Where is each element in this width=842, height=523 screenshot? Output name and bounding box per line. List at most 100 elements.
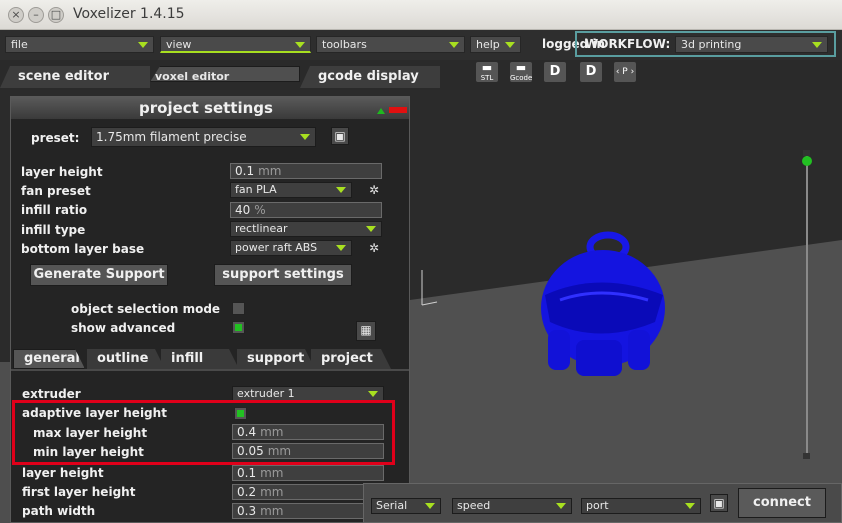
minimize-icon[interactable]: – xyxy=(28,7,44,23)
toolbars-menu[interactable]: toolbars xyxy=(316,36,465,53)
connect-button[interactable]: connect xyxy=(738,488,826,518)
gear-icon[interactable]: ✲ xyxy=(367,241,381,255)
chevron-down-icon xyxy=(366,226,376,232)
chevron-down-icon xyxy=(556,503,566,509)
chevron-down-icon xyxy=(295,42,305,48)
grid-icon[interactable]: ▦ xyxy=(356,321,376,341)
infill-ratio-field[interactable]: 40% xyxy=(230,202,382,218)
close-icon[interactable]: × xyxy=(8,7,24,23)
preset-label: preset: xyxy=(31,131,80,145)
path-width-field[interactable]: 0.3 mm xyxy=(232,503,384,519)
view-menu[interactable]: view xyxy=(160,36,311,53)
chevron-down-icon xyxy=(425,503,435,509)
collapse-icon[interactable] xyxy=(377,108,385,114)
path-width-value: 0.3 xyxy=(237,504,257,518)
view-menu-label: view xyxy=(166,38,192,51)
3d-model[interactable] xyxy=(541,231,665,376)
preset-select[interactable]: 1.75mm filament precise xyxy=(91,127,316,147)
close-panel-icon[interactable] xyxy=(389,107,407,113)
infill-ratio-value: 40 xyxy=(235,203,251,217)
object-selection-label: object selection mode xyxy=(71,302,221,316)
stl-folder-icon[interactable]: ▬ STL xyxy=(475,61,499,83)
chevron-down-icon xyxy=(300,134,310,140)
layer-height-2-value: 0.1 xyxy=(237,466,257,480)
bottom-layer-select[interactable]: power raft ABS xyxy=(230,240,352,256)
file-menu-label: file xyxy=(11,38,28,51)
gcode-icon-label: Gcode xyxy=(510,74,533,82)
subtab-project[interactable]: project xyxy=(311,349,391,369)
save-connection-icon[interactable]: ▣ xyxy=(710,494,728,512)
tab-scene-editor[interactable]: scene editor xyxy=(0,66,150,88)
first-layer-field[interactable]: 0.2 mm xyxy=(232,484,384,500)
workflow-label: WORKFLOW: xyxy=(585,37,671,51)
first-layer-value: 0.2 xyxy=(237,485,257,499)
first-layer-unit: mm xyxy=(260,485,284,499)
subtab-infill[interactable]: infill xyxy=(161,349,239,369)
chevron-down-icon xyxy=(812,42,822,48)
chevron-down-icon xyxy=(685,503,695,509)
bottom-layer-value: power raft ABS xyxy=(235,241,318,254)
path-width-label: path width xyxy=(22,504,96,518)
path-width-unit: mm xyxy=(260,504,284,518)
layer-slider-handle[interactable] xyxy=(802,156,812,166)
serial-value: Serial xyxy=(376,499,408,512)
download-d-label: D xyxy=(549,64,561,79)
preset-value: 1.75mm filament precise xyxy=(96,130,247,144)
layer-height-2-label: layer height xyxy=(22,466,104,480)
show-advanced-label: show advanced xyxy=(71,321,176,335)
fan-preset-label: fan preset xyxy=(21,184,91,198)
speed-select[interactable]: speed xyxy=(452,498,572,514)
title-bar: × – □ Voxelizer 1.4.15 xyxy=(0,0,842,30)
bottom-layer-label: bottom layer base xyxy=(21,242,145,256)
window-title: Voxelizer 1.4.15 xyxy=(73,6,185,22)
upload-d-label: D xyxy=(585,64,597,79)
adaptive-layer-highlight xyxy=(12,400,395,465)
help-menu[interactable]: help xyxy=(470,36,521,53)
generate-support-button[interactable]: Generate Support xyxy=(30,264,168,286)
layer-slider-track[interactable] xyxy=(806,153,808,453)
infill-ratio-unit: % xyxy=(254,203,266,217)
tab-voxel-editor[interactable]: voxel editor xyxy=(150,66,300,82)
upload-d-icon[interactable]: D xyxy=(579,61,603,83)
layer-height-unit: mm xyxy=(258,164,282,178)
tab-gcode-display[interactable]: gcode display xyxy=(300,66,440,88)
chevron-down-icon xyxy=(505,42,515,48)
layer-height-label: layer height xyxy=(21,165,103,179)
subtab-general[interactable]: general xyxy=(13,349,85,369)
download-d-icon[interactable]: D xyxy=(543,61,567,83)
layer-height-field[interactable]: 0.1 mm xyxy=(230,163,382,179)
show-advanced-checkbox[interactable] xyxy=(232,321,245,334)
infill-type-select[interactable]: rectlinear xyxy=(230,221,382,237)
gear-icon[interactable]: ✲ xyxy=(367,183,381,197)
help-menu-label: help xyxy=(476,38,500,51)
fan-preset-value: fan PLA xyxy=(235,183,277,196)
workflow-select[interactable]: 3d printing xyxy=(675,36,828,53)
workflow-select-value: 3d printing xyxy=(681,38,742,51)
panel-header: project settings xyxy=(11,97,409,119)
speed-value: speed xyxy=(457,499,491,512)
chevron-down-icon xyxy=(368,391,378,397)
fan-preset-select[interactable]: fan PLA xyxy=(230,182,352,198)
serial-select[interactable]: Serial xyxy=(371,498,441,514)
stl-icon-label: STL xyxy=(480,74,494,82)
infill-ratio-label: infill ratio xyxy=(21,203,88,217)
extruder-label: extruder xyxy=(22,387,81,401)
save-preset-icon[interactable]: ▣ xyxy=(331,127,349,145)
extruder-value: extruder 1 xyxy=(237,387,295,400)
gcode-folder-icon[interactable]: ▬ Gcode xyxy=(509,61,533,83)
maximize-icon[interactable]: □ xyxy=(48,7,64,23)
chevron-down-icon xyxy=(449,42,459,48)
support-settings-button[interactable]: support settings xyxy=(214,264,352,286)
subtab-support[interactable]: support xyxy=(237,349,315,369)
file-menu[interactable]: file xyxy=(5,36,154,53)
subtab-outline[interactable]: outline xyxy=(87,349,165,369)
layer-height-2-unit: mm xyxy=(260,466,284,480)
toolbars-menu-label: toolbars xyxy=(322,38,367,51)
layer-height-2-field[interactable]: 0.1 mm xyxy=(232,465,384,481)
infill-type-label: infill type xyxy=(21,223,86,237)
object-selection-checkbox[interactable] xyxy=(232,302,245,315)
printer-icon[interactable]: ‹ P › xyxy=(613,61,637,83)
subtab-divider xyxy=(11,369,409,371)
layer-slider-bottom-end xyxy=(803,453,810,459)
port-select[interactable]: port xyxy=(581,498,701,514)
